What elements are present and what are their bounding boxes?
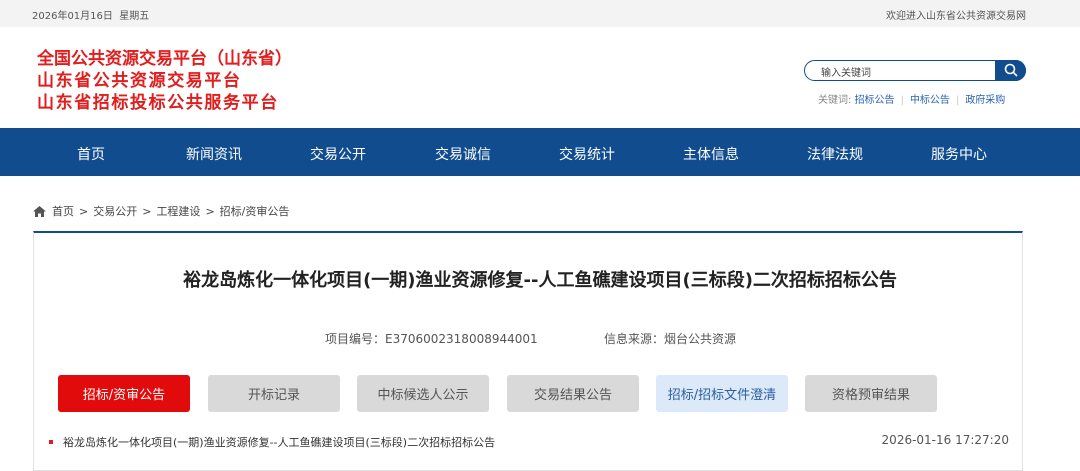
nav-item-news[interactable]: 新闻资讯 <box>186 144 242 164</box>
keywords-label: 关键词: <box>818 95 852 106</box>
breadcrumb-current[interactable]: 招标/资审公告 <box>220 203 290 219</box>
nav-item-service[interactable]: 服务中心 <box>931 144 987 164</box>
list-item-time: 2026-01-16 17:27:20 <box>881 433 1009 447</box>
site-logo[interactable]: 全国公共资源交易平台（山东省） 山东省公共资源交易平台 山东省招标投标公共服务平… <box>37 48 292 114</box>
tab-bid-opening[interactable]: 开标记录 <box>208 375 340 412</box>
brand-line-2: 山东省公共资源交易平台 <box>37 71 242 91</box>
project-code: 项目编号：E3706002318008944001 <box>325 332 538 346</box>
nav-item-entity[interactable]: 主体信息 <box>683 144 739 164</box>
nav-item-trade-public[interactable]: 交易公开 <box>310 144 366 164</box>
search-input[interactable]: 输入关键词 <box>821 64 871 79</box>
nav-item-home[interactable]: 首页 <box>77 144 105 164</box>
tab-clarification[interactable]: 招标/招标文件澄清 <box>656 375 788 412</box>
breadcrumb-trade-public[interactable]: 交易公开 <box>93 203 137 219</box>
nav-item-statistics[interactable]: 交易统计 <box>559 144 615 164</box>
nav-item-law[interactable]: 法律法规 <box>807 144 863 164</box>
brand-line-1: 全国公共资源交易平台（山东省） <box>37 49 292 69</box>
search-button[interactable] <box>995 59 1026 81</box>
list-item-title[interactable]: 裕龙岛炼化一体化项目(一期)渔业资源修复--人工鱼礁建设项目(三标段)二次招标招… <box>63 434 495 450</box>
keyword-link[interactable]: 招标公告 <box>855 95 895 106</box>
breadcrumb-home[interactable]: 首页 <box>52 203 74 219</box>
tab-result[interactable]: 交易结果公告 <box>507 375 639 412</box>
home-icon <box>33 205 46 217</box>
brand-line-3: 山东省招标投标公共服务平台 <box>37 93 279 113</box>
tab-tender-notice[interactable]: 招标/资审公告 <box>58 375 190 412</box>
page-title: 裕龙岛炼化一体化项目(一期)渔业资源修复--人工鱼礁建设项目(三标段)二次招标招… <box>183 270 897 291</box>
tab-prequalification[interactable]: 资格预审结果 <box>805 375 937 412</box>
top-bar: 2026年01月16日 星期五 欢迎进入山东省公共资源交易网 <box>0 0 1080 27</box>
nav-item-credit[interactable]: 交易诚信 <box>435 144 491 164</box>
breadcrumb: 首页 > 交易公开 > 工程建设 > 招标/资审公告 <box>32 203 289 219</box>
bullet-icon <box>49 440 53 444</box>
search-icon <box>1004 63 1017 77</box>
keyword-link[interactable]: 政府采购 <box>965 95 1005 106</box>
search-box[interactable]: 输入关键词 <box>804 59 1026 81</box>
main-nav: 首页 新闻资讯 交易公开 交易诚信 交易统计 主体信息 法律法规 服务中心 <box>0 128 1080 176</box>
tab-candidate[interactable]: 中标候选人公示 <box>357 375 489 412</box>
welcome-text: 欢迎进入山东省公共资源交易网 <box>886 11 1026 22</box>
hot-keywords: 关键词: 招标公告 | 中标公告 | 政府采购 <box>818 95 1006 106</box>
breadcrumb-engineering[interactable]: 工程建设 <box>156 203 200 219</box>
keyword-link[interactable]: 中标公告 <box>910 95 950 106</box>
info-source: 信息来源：烟台公共资源 <box>604 332 737 346</box>
date-text: 2026年01月16日 星期五 <box>32 11 150 22</box>
